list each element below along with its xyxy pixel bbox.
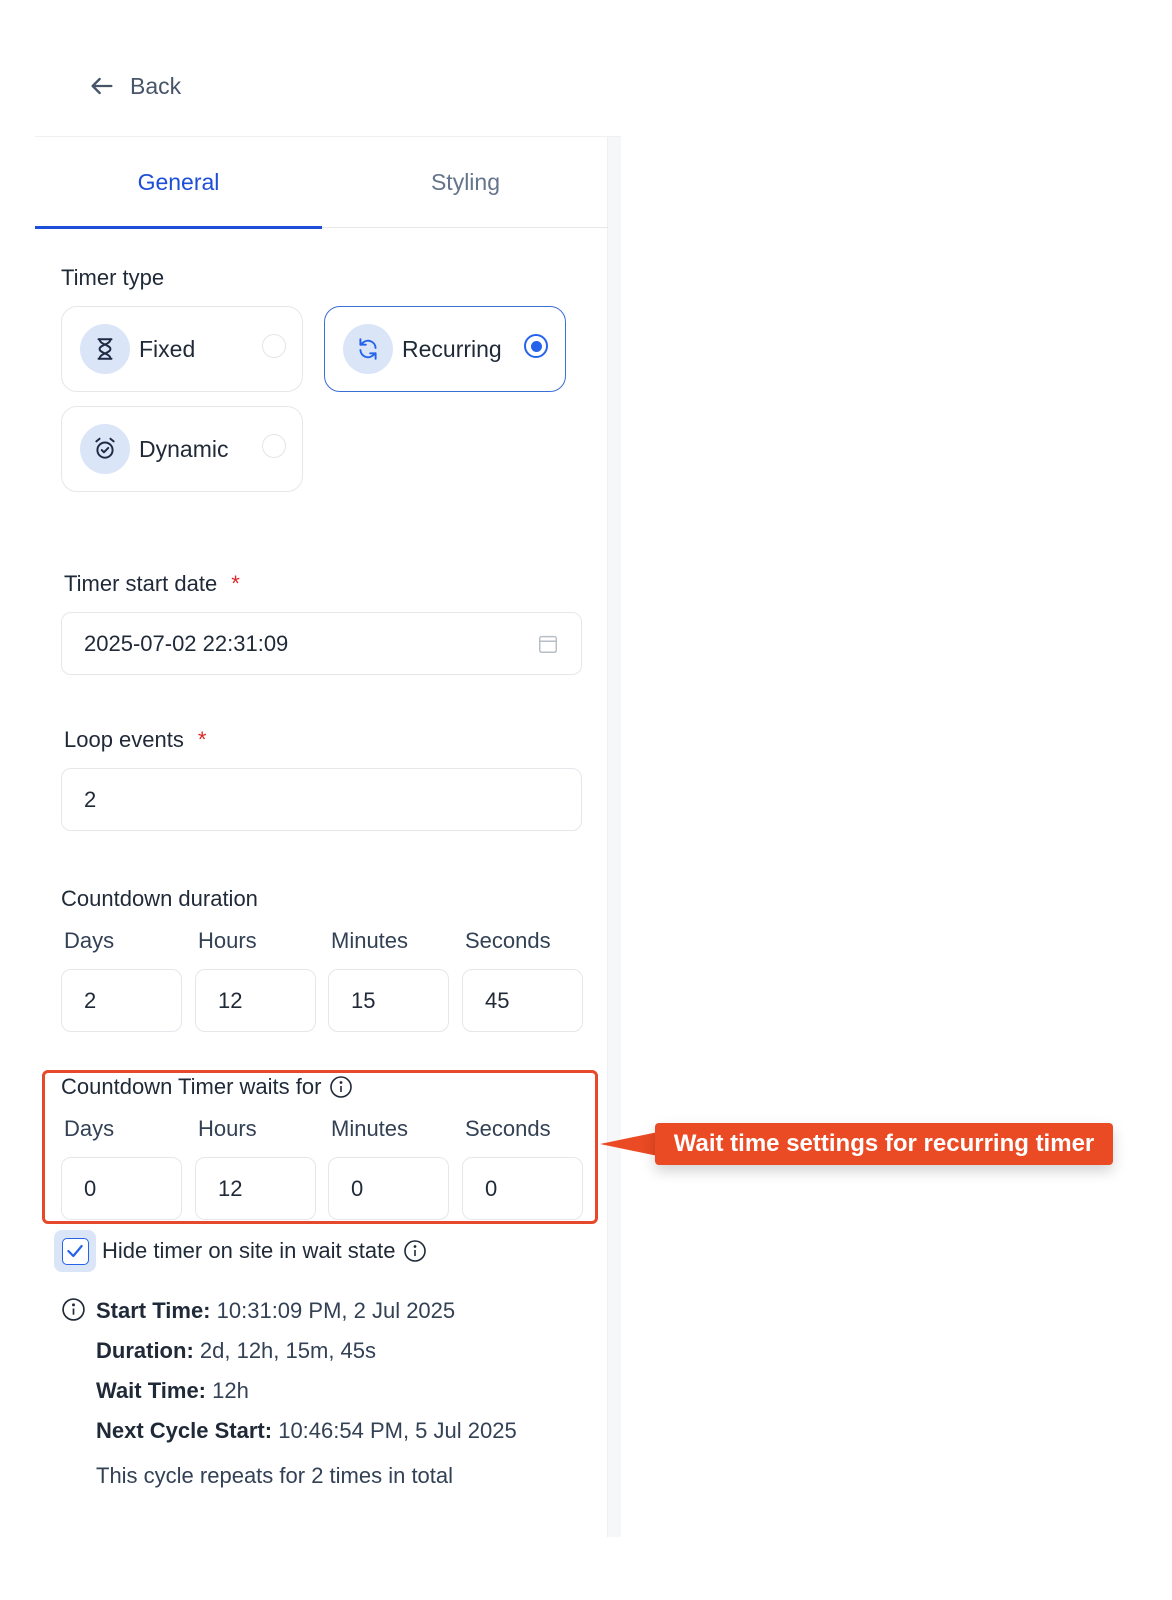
start-time-label: Start Time: [96, 1298, 211, 1323]
summary-wait-time: Wait Time: 12h [96, 1378, 249, 1404]
required-mark: * [197, 727, 207, 752]
loop-events-label: Loop events * [64, 727, 206, 753]
timer-type-fixed[interactable]: Fixed [61, 306, 303, 392]
timer-type-label: Timer type [61, 265, 165, 290]
wait-settings-highlight [42, 1070, 598, 1224]
duration-days-label: Days [64, 928, 115, 953]
duration-seconds-value: 45 [485, 987, 510, 1013]
loop-events-input[interactable]: 2 [61, 768, 582, 831]
arrow-left-icon [91, 77, 113, 95]
active-tab-indicator [35, 226, 322, 229]
fixed-label: Fixed [139, 335, 196, 362]
calendar-icon[interactable] [537, 633, 559, 655]
loop-events-value: 2 [84, 786, 97, 812]
back-label: Back [130, 72, 182, 99]
info-icon[interactable] [403, 1239, 427, 1263]
summary-duration: Duration: 2d, 12h, 15m, 45s [96, 1338, 376, 1364]
tab-general-label: General [137, 168, 220, 195]
check-icon [67, 1244, 83, 1258]
start-date-label: Timer start date * [64, 571, 240, 597]
summary-start-time: Start Time: 10:31:09 PM, 2 Jul 2025 [96, 1298, 455, 1324]
tab-general[interactable]: General [35, 137, 322, 229]
alarm-clock-icon [80, 424, 130, 474]
hide-timer-label: Hide timer on site in wait state [102, 1238, 427, 1264]
dynamic-label: Dynamic [139, 435, 229, 462]
settings-panel: General Styling Timer type Fixed Recurri… [35, 136, 621, 1537]
duration-days-input[interactable]: 2 [61, 969, 182, 1032]
duration-minutes-value: 15 [351, 987, 376, 1013]
recurring-radio[interactable] [524, 334, 548, 358]
next-cycle-label: Next Cycle Start: [96, 1418, 273, 1443]
countdown-duration-label: Countdown duration [61, 886, 258, 911]
wait-time-value: 12h [212, 1378, 249, 1403]
timer-type-dynamic[interactable]: Dynamic [61, 406, 303, 492]
recurring-label: Recurring [402, 335, 502, 362]
duration-seconds-label: Seconds [465, 928, 551, 953]
start-date-label-text: Timer start date [64, 571, 218, 596]
next-cycle-value: 10:46:54 PM, 5 Jul 2025 [278, 1418, 517, 1443]
summary-repeat-text: This cycle repeats for 2 times in total [96, 1463, 454, 1488]
duration-minutes-input[interactable]: 15 [328, 969, 449, 1032]
callout-pointer [600, 1132, 658, 1156]
timer-type-recurring[interactable]: Recurring [324, 306, 566, 392]
duration-minutes-label: Minutes [331, 928, 409, 953]
checkbox-box [61, 1237, 89, 1265]
panel-scrollbar[interactable] [607, 137, 621, 1537]
dynamic-radio[interactable] [262, 434, 286, 458]
start-date-value: 2025-07-02 22:31:09 [84, 630, 289, 656]
refresh-icon [343, 324, 393, 374]
tab-bar: General Styling [35, 137, 609, 229]
annotation-callout: Wait time settings for recurring timer [655, 1123, 1113, 1165]
duration-value: 2d, 12h, 15m, 45s [199, 1338, 377, 1363]
start-time-value: 10:31:09 PM, 2 Jul 2025 [216, 1298, 456, 1323]
tab-styling[interactable]: Styling [322, 137, 609, 227]
required-mark: * [231, 571, 240, 596]
summary-next-cycle: Next Cycle Start: 10:46:54 PM, 5 Jul 202… [96, 1418, 517, 1444]
duration-hours-label: Hours [198, 928, 257, 953]
back-button[interactable]: Back [88, 68, 181, 104]
tab-styling-label: Styling [430, 168, 501, 195]
hourglass-icon [80, 324, 130, 374]
duration-days-value: 2 [84, 987, 97, 1013]
duration-seconds-input[interactable]: 45 [462, 969, 583, 1032]
duration-label: Duration: [96, 1338, 194, 1363]
start-date-input[interactable]: 2025-07-02 22:31:09 [61, 612, 582, 675]
hide-timer-checkbox[interactable] [54, 1230, 96, 1272]
loop-events-label-text: Loop events [64, 727, 184, 752]
wait-time-label: Wait Time: [96, 1378, 207, 1403]
info-icon [62, 1298, 85, 1321]
hide-timer-label-text: Hide timer on site in wait state [102, 1238, 396, 1263]
duration-hours-value: 12 [218, 987, 243, 1013]
fixed-radio[interactable] [262, 334, 286, 358]
duration-hours-input[interactable]: 12 [195, 969, 316, 1032]
